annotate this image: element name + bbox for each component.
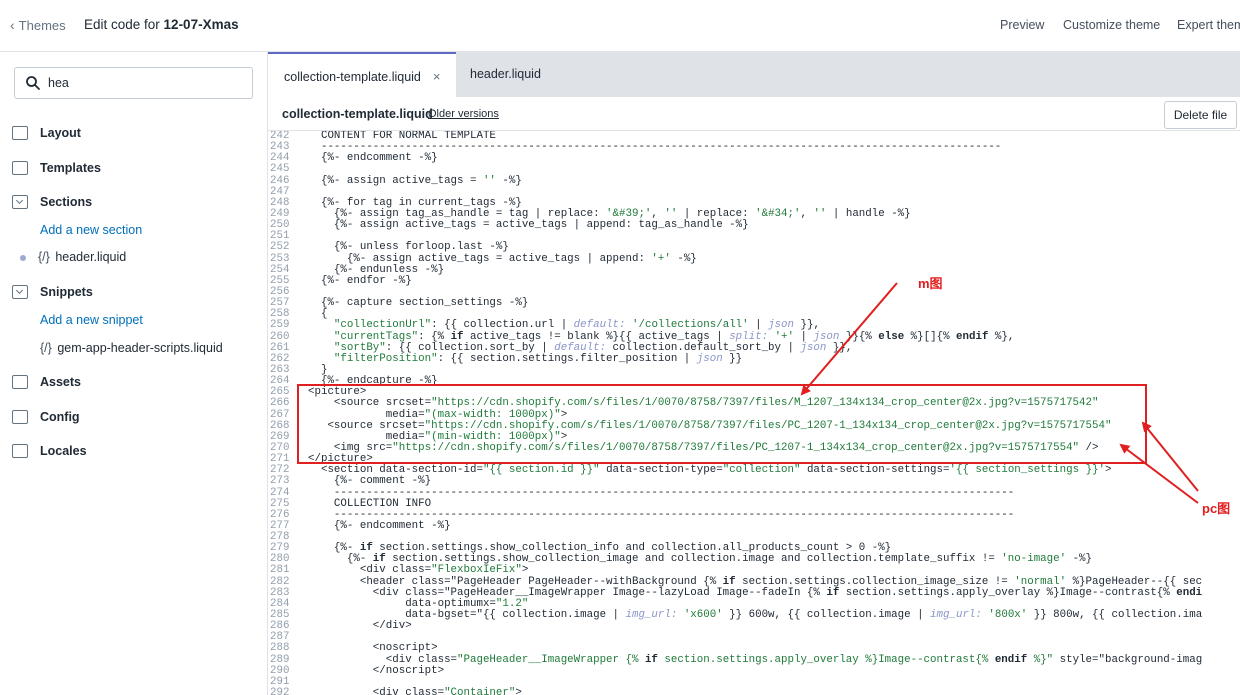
line-number: 260 [270,330,290,343]
add-new-section-link[interactable]: Add a new section [40,223,142,237]
code-line[interactable]: {%- unless forloop.last -%} [308,242,1240,253]
title-prefix: Edit code for [84,17,164,32]
code-line[interactable]: {%- endunless -%} [308,264,1240,276]
annotation-m-label: m图 [918,276,943,291]
code-lines[interactable]: CONTENT FOR NORMAL TEMPLATE ------------… [308,131,1240,695]
code-line[interactable]: ​ [308,632,1240,643]
file-header-liquid[interactable]: {/} header.liquid [20,250,126,264]
expert-theme-link[interactable]: Expert them [1177,18,1240,32]
folder-label: Snippets [40,285,93,299]
add-new-snippet-link[interactable]: Add a new snippet [40,313,143,327]
code-line[interactable]: {%- capture section_settings -%} [308,297,1240,309]
folder-icon [12,375,28,389]
code-line[interactable]: ----------------------------------------… [308,487,1240,499]
folder-label: Sections [40,195,93,209]
folder-icon [12,161,28,175]
code-line[interactable]: {%- assign active_tags = active_tags | a… [308,253,1240,265]
code-line[interactable]: </div> [308,621,1240,632]
unsaved-dot-icon [20,254,26,261]
line-number: 292 [270,687,290,695]
code-editor[interactable]: 242 243 244 245 246 247 248 249 250 251 252 253 254 2… [268,131,1240,695]
code-line[interactable]: } [308,364,1240,376]
line-number: 259 [270,319,290,332]
folder-label: Config [40,410,80,424]
code-line[interactable]: </noscript> [308,665,1240,677]
code-line[interactable]: data-bgset="{{ collection.image | img_ur… [308,609,1240,621]
code-line[interactable]: <div class="PageHeader__ImageWrapper {% … [308,654,1240,666]
line-number: 266 [270,397,290,410]
code-line[interactable]: ----------------------------------------… [308,141,1240,153]
back-label: Themes [18,18,66,33]
editor-tab-bar: collection-template.liquid × header.liqui… [268,52,1240,97]
delete-file-button[interactable]: Delete file [1164,101,1237,129]
code-line[interactable]: {%- endcomment -%} [308,520,1240,532]
line-number: 252 [270,241,290,254]
line-number: 273 [270,475,290,488]
customize-theme-link[interactable]: Customize theme [1063,18,1160,32]
file-label: gem-app-header-scripts.liquid [57,341,223,355]
folder-label: Layout [40,126,81,140]
folder-label: Locales [40,444,87,458]
code-line[interactable]: <div class="FlexboxIeFix"> [308,565,1240,576]
older-versions-link[interactable]: Older versions [428,108,499,120]
code-line[interactable]: "currentTags": {% if active_tags != blan… [308,331,1240,343]
chevron-left-icon: ‹ [10,17,15,33]
file-gem-app-header-scripts[interactable]: {/} gem-app-header-scripts.liquid [40,341,223,355]
line-number: 288 [270,642,290,655]
file-sidebar: Layout Templates Sections Add a new sect… [0,52,268,695]
line-number-gutter: 242 243 244 245 246 247 248 249 250 251 252 253 254 2… [268,131,300,695]
folder-icon [12,444,28,458]
annotation-pc-label: pc图 [1202,501,1231,516]
tab-label: collection-template.liquid [284,70,421,84]
line-number: 281 [270,564,290,577]
code-line[interactable]: "filterPosition": {{ section.settings.fi… [308,353,1240,365]
folder-label: Assets [40,375,81,389]
code-line[interactable]: <section data-section-id="{{ section.id … [308,465,1240,476]
theme-name: 12-07-Xmas [163,17,239,32]
folder-label: Templates [40,161,101,175]
code-line[interactable]: {%- endfor -%} [308,275,1240,287]
search-box[interactable] [14,67,253,99]
folder-icon [12,126,28,140]
code-line[interactable]: {%- assign active_tags = active_tags | a… [308,219,1240,231]
folder-open-icon [12,285,28,299]
current-file-name: collection-template.liquid [282,107,433,121]
code-file-icon: {/} [40,341,52,355]
page-title: Edit code for 12-07-Xmas [84,17,239,32]
folder-icon [12,410,28,424]
close-icon[interactable]: × [433,69,441,84]
code-line[interactable]: {%- endcapture -%} [308,375,1240,387]
top-bar: ‹ Themes Edit code for 12-07-Xmas Preview… [0,0,1240,52]
folder-open-icon [12,195,28,209]
code-line[interactable]: <img src="https://cdn.shopify.com/s/file… [308,442,1240,454]
search-icon [26,76,40,90]
code-line[interactable]: ​ [308,164,1240,175]
tab-collection-template[interactable]: collection-template.liquid × [268,52,456,97]
tab-label: header.liquid [470,67,541,81]
line-number: 274 [270,486,290,499]
file-label: header.liquid [55,250,127,264]
code-line[interactable]: <div class="Container"> [308,687,1240,695]
code-line[interactable]: {%- comment -%} [308,476,1240,487]
line-number: 267 [270,408,290,421]
tab-header-liquid[interactable]: header.liquid [470,52,580,97]
search-input[interactable] [48,74,238,92]
code-line[interactable]: {%- endcomment -%} [308,153,1240,164]
line-number: 245 [270,163,290,176]
file-header-bar: collection-template.liquid Older version… [268,97,1240,131]
code-line[interactable]: {%- assign active_tags = '' -%} [308,175,1240,187]
back-to-themes-link[interactable]: ‹ Themes [10,17,66,33]
code-file-icon: {/} [38,250,50,264]
preview-link[interactable]: Preview [1000,18,1044,32]
